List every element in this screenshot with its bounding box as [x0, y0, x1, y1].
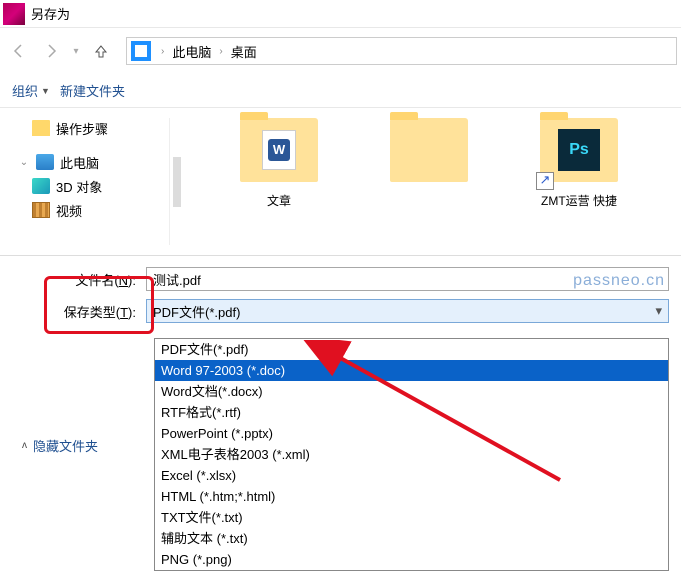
- pc-icon: [36, 154, 54, 170]
- tree-item-steps[interactable]: 操作步骤: [10, 116, 184, 140]
- file-list[interactable]: 文章 Ps ↗ ZMT运营 快捷: [184, 108, 681, 255]
- hide-folders-label: 隐藏文件夹: [33, 436, 98, 455]
- folder-item[interactable]: [384, 118, 474, 255]
- folder-item[interactable]: 文章: [234, 118, 324, 255]
- back-button[interactable]: [4, 36, 34, 66]
- 3d-objects-icon: [32, 178, 50, 194]
- tree-label: 3D 对象: [56, 177, 102, 196]
- folder-icon: [32, 120, 50, 136]
- dropdown-option[interactable]: PNG (*.png): [155, 549, 668, 570]
- word-icon: [262, 130, 296, 170]
- tree-item-videos[interactable]: 视频: [10, 198, 184, 222]
- tree-item-this-pc[interactable]: ⌄ 此电脑: [10, 150, 184, 174]
- shortcut-icon: ↗: [536, 172, 554, 190]
- breadcrumb-this-pc[interactable]: 此电脑: [170, 42, 213, 61]
- dropdown-option[interactable]: PDF文件(*.pdf): [155, 339, 668, 360]
- folder-icon: [240, 118, 318, 182]
- dropdown-option[interactable]: HTML (*.htm;*.html): [155, 486, 668, 507]
- new-folder-button[interactable]: 新建文件夹: [60, 81, 125, 100]
- new-folder-label: 新建文件夹: [60, 81, 125, 100]
- dropdown-option[interactable]: 辅助文本 (*.txt): [155, 528, 668, 549]
- item-label: [427, 192, 430, 206]
- dropdown-option[interactable]: Word文档(*.docx): [155, 381, 668, 402]
- chevron-down-icon: ▼: [41, 86, 50, 96]
- item-label: 文章: [267, 192, 291, 209]
- form-area: 文件名(N): 保存类型(T): PDF文件(*.pdf): [0, 256, 681, 326]
- forward-button[interactable]: [36, 36, 66, 66]
- chevron-right-icon: ›: [155, 46, 170, 57]
- savetype-select[interactable]: PDF文件(*.pdf): [146, 299, 669, 323]
- filename-input[interactable]: [146, 267, 669, 291]
- breadcrumb-desktop[interactable]: 桌面: [229, 42, 259, 61]
- collapse-icon[interactable]: ⌄: [18, 157, 30, 168]
- up-button[interactable]: [86, 36, 116, 66]
- dropdown-option[interactable]: TXT文件(*.txt): [155, 507, 668, 528]
- organize-button[interactable]: 组织 ▼: [12, 81, 50, 100]
- folder-icon: Ps ↗: [540, 118, 618, 182]
- tree-label: 视频: [56, 201, 82, 220]
- tree-label: 操作步骤: [56, 119, 108, 138]
- savetype-label: 保存类型(T):: [0, 302, 146, 321]
- recent-drop-button[interactable]: ▾: [68, 36, 84, 66]
- window-title: 另存为: [31, 4, 70, 23]
- tree-view[interactable]: 操作步骤 ⌄ 此电脑 3D 对象 视频: [0, 108, 184, 255]
- dropdown-option[interactable]: Excel (*.xlsx): [155, 465, 668, 486]
- dropdown-option[interactable]: PowerPoint (*.pptx): [155, 423, 668, 444]
- chevron-up-icon: ʌ: [22, 440, 27, 451]
- tree-item-3d[interactable]: 3D 对象: [10, 174, 184, 198]
- savetype-dropdown[interactable]: PDF文件(*.pdf)Word 97-2003 (*.doc)Word文档(*…: [154, 338, 669, 571]
- location-icon: [131, 41, 151, 61]
- hide-folders-button[interactable]: ʌ 隐藏文件夹: [22, 436, 98, 455]
- savetype-value: PDF文件(*.pdf): [153, 302, 240, 321]
- nav-bar: ▾ › 此电脑 › 桌面: [0, 28, 681, 74]
- item-label: ZMT运营 快捷: [541, 192, 617, 209]
- filename-label: 文件名(N):: [0, 270, 146, 289]
- organize-label: 组织: [12, 81, 38, 100]
- dropdown-option[interactable]: RTF格式(*.rtf): [155, 402, 668, 423]
- folder-icon: [390, 118, 468, 182]
- title-bar: 另存为: [0, 0, 681, 28]
- app-icon: [3, 3, 25, 25]
- tree-label: 此电脑: [60, 153, 99, 172]
- toolbar: 组织 ▼ 新建文件夹: [0, 74, 681, 108]
- folder-item[interactable]: Ps ↗ ZMT运营 快捷: [534, 118, 624, 255]
- photoshop-icon: Ps: [558, 129, 600, 171]
- videos-icon: [32, 202, 50, 218]
- dropdown-option[interactable]: Word 97-2003 (*.doc): [155, 360, 668, 381]
- dropdown-option[interactable]: XML电子表格2003 (*.xml): [155, 444, 668, 465]
- address-bar[interactable]: › 此电脑 › 桌面: [126, 37, 677, 65]
- chevron-right-icon: ›: [213, 46, 228, 57]
